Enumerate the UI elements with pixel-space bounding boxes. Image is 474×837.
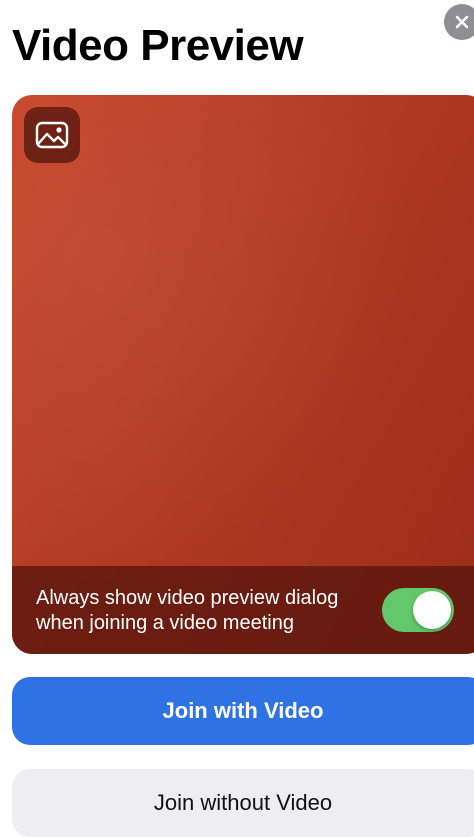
always-show-preview-label: Always show video preview dialog when jo… xyxy=(36,587,339,634)
join-with-video-button[interactable]: Join with Video xyxy=(12,677,474,745)
video-preview: Always show video preview dialog when jo… xyxy=(12,95,474,654)
page-title: Video Preview xyxy=(12,21,304,70)
always-show-preview-toggle[interactable] xyxy=(382,588,454,632)
join-without-video-button[interactable]: Join without Video xyxy=(12,769,474,837)
virtual-background-button[interactable] xyxy=(24,107,80,163)
close-icon xyxy=(455,15,469,29)
close-button[interactable] xyxy=(444,4,474,40)
preview-footer: Always show video preview dialog when jo… xyxy=(12,566,474,654)
toggle-knob xyxy=(413,591,451,629)
image-icon xyxy=(35,121,69,149)
